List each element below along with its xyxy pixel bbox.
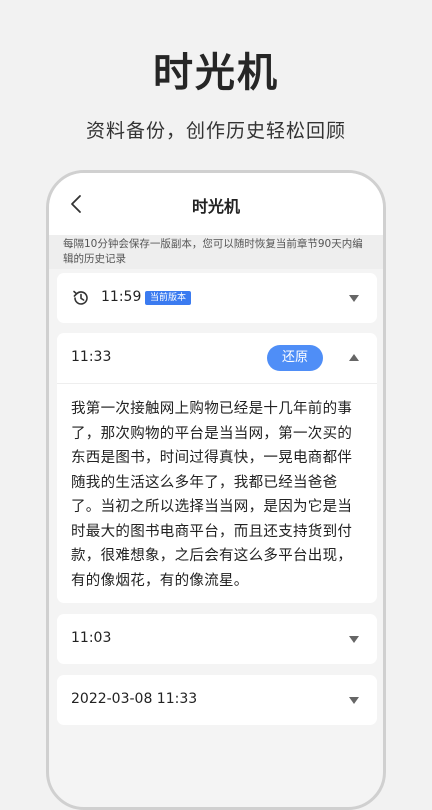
history-icon bbox=[73, 290, 88, 305]
chevron-down-icon[interactable] bbox=[349, 697, 359, 704]
chevron-up-icon[interactable] bbox=[349, 354, 359, 361]
promo-subtitle: 资料备份，创作历史轻松回顾 bbox=[85, 120, 346, 142]
chevron-down-icon[interactable] bbox=[349, 636, 359, 643]
version-content: 我第一次接触网上购物已经是十几年前的事了，那次购物的平台是当当网，第一次买的东西… bbox=[71, 401, 353, 589]
version-time: 11:59 bbox=[101, 289, 142, 305]
hint-text: 每隔10分钟会保存一版副本，您可以随时恢复当前章节90天内编辑的历史记录 bbox=[49, 235, 383, 269]
phone-frame: 时光机 每隔10分钟会保存一版副本，您可以随时恢复当前章节90天内编辑的历史记录… bbox=[46, 170, 386, 810]
version-time: 2022-03-08 11:33 bbox=[71, 691, 198, 707]
version-time: 11:33 bbox=[71, 349, 112, 365]
page-title: 时光机 bbox=[191, 197, 240, 216]
version-time: 11:03 bbox=[71, 630, 112, 646]
divider bbox=[57, 383, 377, 384]
chevron-down-icon[interactable] bbox=[349, 295, 359, 302]
version-item[interactable]: 2022-03-08 11:33 bbox=[57, 675, 377, 725]
nav-bar: 时光机 bbox=[49, 173, 383, 235]
current-version-badge: 当前版本 bbox=[145, 291, 192, 305]
restore-button[interactable]: 还原 bbox=[267, 345, 323, 371]
version-item-current[interactable]: 11:59 当前版本 bbox=[57, 273, 377, 323]
version-item-expanded: 11:33 还原 我第一次接触网上购物已经是十几年前的事了，那次购物的平台是当当… bbox=[57, 333, 377, 603]
version-item[interactable]: 11:03 bbox=[57, 614, 377, 664]
promo-title: 时光机 bbox=[153, 50, 279, 96]
